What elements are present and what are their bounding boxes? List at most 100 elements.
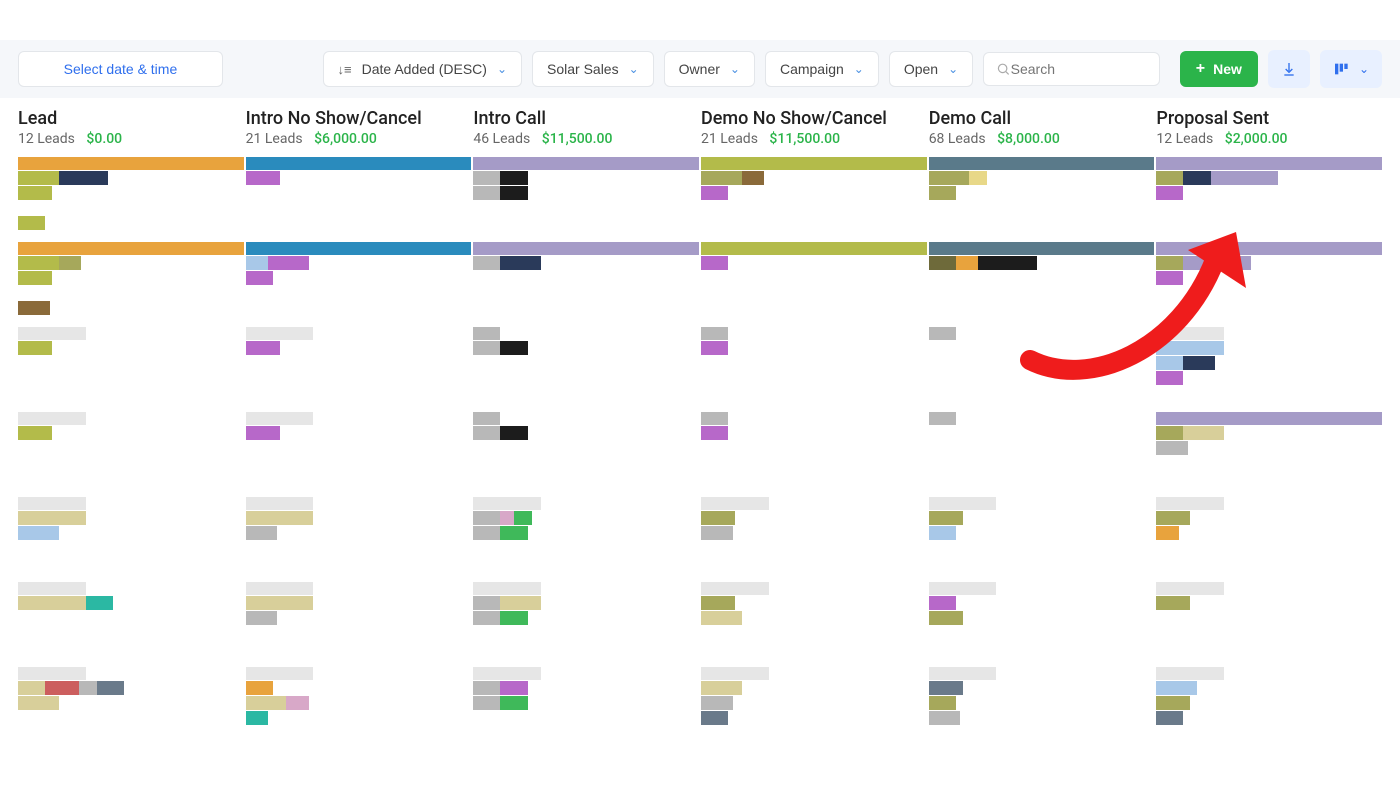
lead-card[interactable]: [701, 242, 927, 326]
owner-label: Owner: [679, 61, 720, 77]
lead-card[interactable]: [929, 412, 1155, 496]
new-label: New: [1213, 61, 1242, 77]
kanban-column: Demo Call 68 Leads $8,000.00: [929, 102, 1155, 752]
column-value: $2,000.00: [1225, 131, 1288, 147]
status-label: Open: [904, 61, 938, 77]
lead-card[interactable]: [929, 327, 1155, 411]
chevron-down-icon: ⌄: [854, 62, 864, 76]
lead-card[interactable]: [929, 582, 1155, 666]
column-count: 46 Leads: [473, 131, 530, 147]
lead-card[interactable]: [1156, 242, 1382, 326]
lead-card[interactable]: [1156, 582, 1382, 666]
lead-card[interactable]: [929, 497, 1155, 581]
lead-card[interactable]: [246, 497, 472, 581]
lead-card[interactable]: [18, 412, 244, 496]
date-range-button[interactable]: Select date & time: [18, 51, 223, 87]
search-input-wrap[interactable]: [983, 52, 1160, 86]
lead-card[interactable]: [473, 327, 699, 411]
column-value: $0.00: [86, 131, 122, 147]
lead-card[interactable]: [18, 242, 244, 326]
kanban-column: Intro No Show/Cancel 21 Leads $6,000.00: [246, 102, 472, 752]
lead-card[interactable]: [473, 157, 699, 241]
chevron-down-icon: ⌄: [730, 62, 740, 76]
column-meta: 21 Leads $11,500.00: [701, 131, 927, 147]
column-cards: [1156, 157, 1382, 751]
owner-dropdown[interactable]: Owner ⌄: [664, 51, 755, 87]
lead-card[interactable]: [473, 242, 699, 326]
lead-card[interactable]: [246, 582, 472, 666]
column-cards: [246, 157, 472, 751]
lead-card[interactable]: [473, 582, 699, 666]
column-count: 12 Leads: [18, 131, 75, 147]
lead-card[interactable]: [1156, 157, 1382, 241]
plus-icon: +: [1196, 61, 1205, 77]
column-value: $11,500.00: [769, 131, 840, 147]
column-header: Lead 12 Leads $0.00: [18, 102, 244, 149]
pipeline-dropdown[interactable]: Solar Sales ⌄: [532, 51, 654, 87]
lead-card[interactable]: [473, 497, 699, 581]
lead-card[interactable]: [18, 582, 244, 666]
lead-card[interactable]: [701, 667, 927, 751]
lead-card[interactable]: [18, 157, 244, 241]
column-title: Demo No Show/Cancel: [701, 108, 927, 129]
chevron-down-icon: ⌄: [629, 62, 639, 76]
column-cards: [18, 157, 244, 751]
lead-card[interactable]: [1156, 327, 1382, 411]
column-meta: 12 Leads $0.00: [18, 131, 244, 147]
column-title: Lead: [18, 108, 244, 129]
kanban-column: Demo No Show/Cancel 21 Leads $11,500.00: [701, 102, 927, 752]
column-header: Demo No Show/Cancel 21 Leads $11,500.00: [701, 102, 927, 149]
column-value: $8,000.00: [997, 131, 1060, 147]
column-count: 21 Leads: [701, 131, 758, 147]
lead-card[interactable]: [929, 157, 1155, 241]
lead-card[interactable]: [246, 242, 472, 326]
kanban-column: Proposal Sent 12 Leads $2,000.00: [1156, 102, 1382, 752]
lead-card[interactable]: [701, 582, 927, 666]
lead-card[interactable]: [246, 157, 472, 241]
lead-card[interactable]: [18, 327, 244, 411]
new-button[interactable]: + New: [1180, 51, 1258, 87]
chevron-down-icon: ⌄: [948, 62, 958, 76]
campaign-dropdown[interactable]: Campaign ⌄: [765, 51, 879, 87]
lead-card[interactable]: [246, 412, 472, 496]
column-value: $11,500.00: [542, 131, 613, 147]
search-input[interactable]: [1011, 61, 1147, 77]
lead-card[interactable]: [1156, 497, 1382, 581]
sort-dropdown[interactable]: ↓≡ Date Added (DESC) ⌄: [323, 51, 522, 87]
lead-card[interactable]: [1156, 412, 1382, 496]
status-dropdown[interactable]: Open ⌄: [889, 51, 973, 87]
column-header: Proposal Sent 12 Leads $2,000.00: [1156, 102, 1382, 149]
lead-card[interactable]: [246, 327, 472, 411]
lead-card[interactable]: [18, 497, 244, 581]
view-toggle-button[interactable]: ⌄: [1320, 50, 1382, 88]
column-cards: [701, 157, 927, 751]
column-value: $6,000.00: [314, 131, 377, 147]
search-icon: [996, 61, 1010, 77]
column-meta: 21 Leads $6,000.00: [246, 131, 472, 147]
pipeline-label: Solar Sales: [547, 61, 619, 77]
chevron-down-icon: ⌄: [497, 62, 507, 76]
lead-card[interactable]: [701, 327, 927, 411]
campaign-label: Campaign: [780, 61, 844, 77]
lead-card[interactable]: [1156, 667, 1382, 751]
sort-icon: ↓≡: [338, 62, 352, 77]
lead-card[interactable]: [929, 667, 1155, 751]
chevron-down-icon: ⌄: [1359, 62, 1369, 76]
lead-card[interactable]: [701, 497, 927, 581]
lead-card[interactable]: [246, 667, 472, 751]
lead-card[interactable]: [18, 667, 244, 751]
lead-card[interactable]: [473, 667, 699, 751]
column-header: Demo Call 68 Leads $8,000.00: [929, 102, 1155, 149]
lead-card[interactable]: [701, 157, 927, 241]
kanban-column: Lead 12 Leads $0.00: [18, 102, 244, 752]
column-count: 68 Leads: [929, 131, 986, 147]
column-header: Intro No Show/Cancel 21 Leads $6,000.00: [246, 102, 472, 149]
lead-card[interactable]: [701, 412, 927, 496]
lead-card[interactable]: [929, 242, 1155, 326]
column-title: Intro Call: [473, 108, 699, 129]
lead-card[interactable]: [473, 412, 699, 496]
column-title: Demo Call: [929, 108, 1155, 129]
column-cards: [929, 157, 1155, 751]
column-cards: [473, 157, 699, 751]
download-button[interactable]: [1268, 50, 1310, 88]
